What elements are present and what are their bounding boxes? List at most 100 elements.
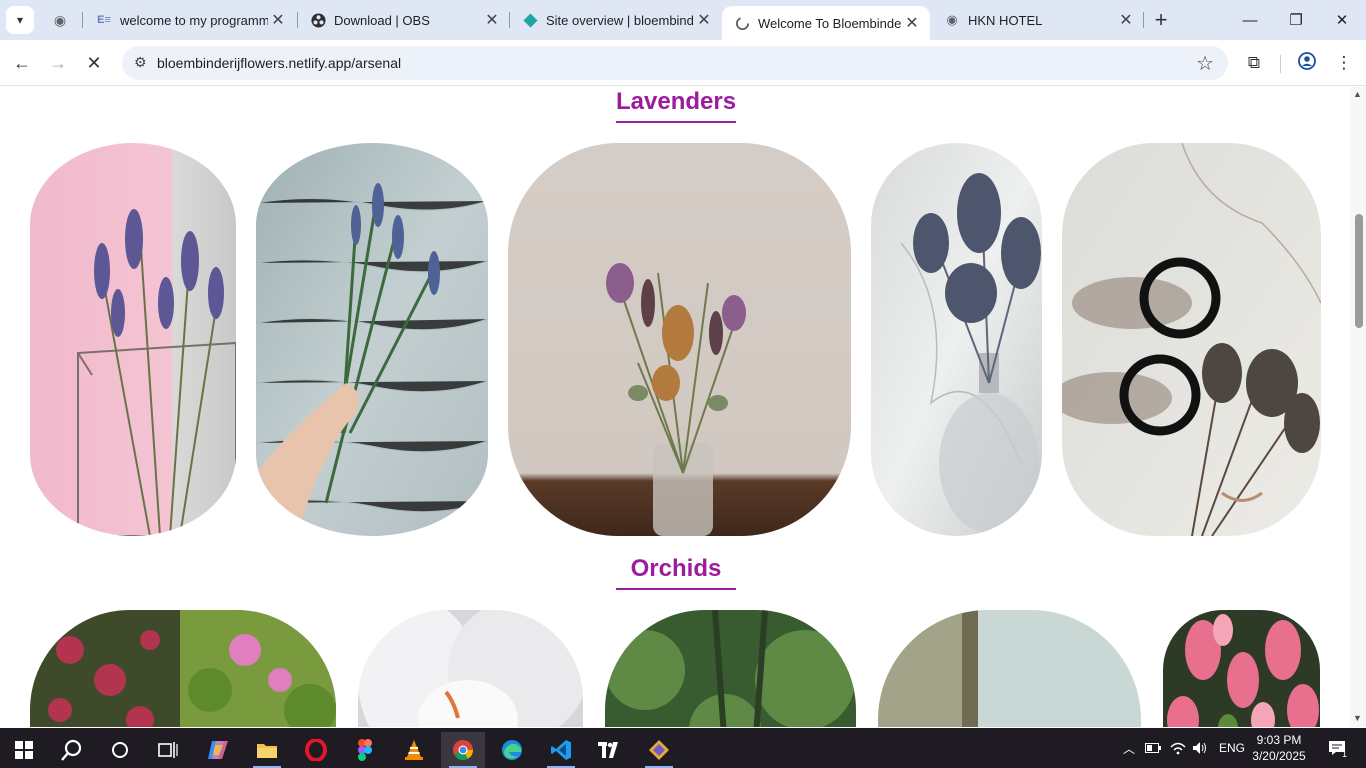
file-explorer-button[interactable] bbox=[245, 732, 289, 768]
clock[interactable]: 9:03 PM 3/20/2025 bbox=[1247, 732, 1311, 764]
forward-button[interactable]: → bbox=[44, 49, 72, 77]
close-tab-icon[interactable]: ✕ bbox=[268, 10, 288, 30]
url-text[interactable]: bloembinderijflowers.netlify.app/arsenal bbox=[157, 55, 401, 71]
tradingview-icon bbox=[598, 742, 618, 758]
copilot-button[interactable] bbox=[196, 732, 240, 768]
arrow-right-icon: → bbox=[49, 52, 67, 73]
notification-count: 1 bbox=[1342, 749, 1348, 759]
search-button[interactable] bbox=[50, 732, 94, 768]
close-tab-icon[interactable]: ✕ bbox=[482, 10, 502, 30]
battery-indicator[interactable] bbox=[1145, 728, 1161, 768]
show-hidden-icons-button[interactable]: ︿ bbox=[1120, 728, 1138, 768]
tab-site-overview[interactable]: Site overview | bloembinde ✕ bbox=[510, 0, 722, 40]
avatar-icon bbox=[1298, 51, 1316, 75]
tab-download-obs[interactable]: Download | OBS ✕ bbox=[298, 0, 510, 40]
restore-button[interactable]: ❐ bbox=[1276, 6, 1316, 34]
tab-welcome-bloembinderij[interactable]: Welcome To Bloembinderij ✕ bbox=[722, 6, 930, 40]
vscode-button[interactable] bbox=[539, 732, 583, 768]
close-window-button[interactable]: ✕ bbox=[1322, 6, 1362, 34]
tab-hkn-hotel[interactable]: ◉ HKN HOTEL ✕ bbox=[932, 0, 1144, 40]
orchid-photo-4[interactable] bbox=[878, 610, 1141, 727]
tab-welcome-programm[interactable]: E≡ welcome to my programm ✕ bbox=[84, 0, 296, 40]
pinned-tab[interactable]: ◉ bbox=[48, 10, 72, 30]
orchid-photo-3[interactable] bbox=[605, 610, 856, 727]
chrome-button[interactable] bbox=[441, 732, 485, 768]
section-underline bbox=[616, 588, 736, 590]
cortana-button[interactable] bbox=[98, 732, 142, 768]
profile-button[interactable] bbox=[1295, 51, 1319, 75]
tab-separator bbox=[1143, 12, 1144, 28]
minimize-icon: — bbox=[1242, 11, 1258, 29]
kebab-menu-icon: ⋮ bbox=[1335, 53, 1353, 72]
vlc-icon bbox=[405, 740, 423, 760]
restore-icon: ❐ bbox=[1289, 12, 1303, 29]
clock-time: 9:03 PM bbox=[1256, 733, 1302, 747]
orchid-photo-1[interactable] bbox=[30, 610, 336, 727]
edge-button[interactable] bbox=[490, 732, 534, 768]
plus-icon: + bbox=[1154, 7, 1168, 32]
cortana-icon bbox=[112, 742, 128, 758]
app-icon bbox=[649, 740, 669, 760]
obs-icon bbox=[310, 12, 326, 28]
new-tab-button[interactable]: + bbox=[1149, 7, 1173, 32]
lavender-photo-2[interactable] bbox=[256, 143, 488, 536]
page-scrollbar[interactable]: ▲ ▼ bbox=[1350, 87, 1366, 727]
arrow-left-icon: ← bbox=[13, 52, 31, 73]
opera-button[interactable] bbox=[294, 732, 338, 768]
chevron-up-icon: ︿ bbox=[1122, 741, 1135, 756]
task-view-button[interactable] bbox=[146, 732, 190, 768]
tab-separator bbox=[82, 12, 83, 28]
scrollbar-thumb[interactable] bbox=[1355, 214, 1363, 328]
speaker-icon bbox=[1193, 742, 1206, 754]
scroll-up-icon[interactable]: ▲ bbox=[1353, 89, 1362, 99]
close-tab-icon[interactable]: ✕ bbox=[902, 13, 922, 33]
network-indicator[interactable] bbox=[1170, 728, 1186, 768]
browser-toolbar: ← → ✕ ⚙ bloembinderijflowers.netlify.app… bbox=[0, 40, 1366, 86]
app-launcher-button[interactable] bbox=[637, 732, 681, 768]
clock-date: 3/20/2025 bbox=[1252, 749, 1306, 763]
close-tab-icon[interactable]: ✕ bbox=[1116, 10, 1136, 30]
scroll-down-icon[interactable]: ▼ bbox=[1353, 713, 1362, 723]
close-icon: ✕ bbox=[1335, 12, 1349, 29]
page-viewport: Lavenders Orchids bbox=[0, 87, 1350, 727]
volume-indicator[interactable] bbox=[1192, 728, 1208, 768]
section-title-orchids: Orchids bbox=[630, 555, 722, 582]
minimize-button[interactable]: — bbox=[1230, 6, 1270, 34]
chrome-icon bbox=[453, 740, 474, 761]
stop-loading-button[interactable]: ✕ bbox=[80, 49, 108, 77]
figma-button[interactable] bbox=[343, 732, 387, 768]
toolbar-divider bbox=[1280, 55, 1281, 73]
orchid-photo-5[interactable] bbox=[1163, 610, 1320, 727]
orchid-photo-2[interactable] bbox=[358, 610, 583, 727]
tradingview-button[interactable] bbox=[588, 732, 632, 768]
globe-icon: ◉ bbox=[946, 12, 958, 27]
address-bar[interactable]: ⚙ bloembinderijflowers.netlify.app/arsen… bbox=[122, 46, 1228, 80]
vlc-button[interactable] bbox=[392, 732, 436, 768]
menu-button[interactable]: ⋮ bbox=[1332, 51, 1356, 75]
battery-icon bbox=[1145, 743, 1161, 753]
start-button[interactable] bbox=[2, 732, 46, 768]
close-tab-icon[interactable]: ✕ bbox=[694, 10, 714, 30]
copilot-icon bbox=[208, 741, 228, 759]
back-button[interactable]: ← bbox=[8, 49, 36, 77]
lavender-photo-3[interactable] bbox=[508, 143, 851, 536]
windows-taskbar: ︿ ENG 9:03 PM 3/20/2025 1 bbox=[0, 728, 1366, 768]
extensions-button[interactable]: ⧉ bbox=[1242, 51, 1266, 75]
tab-search-button[interactable]: ▾ bbox=[6, 6, 34, 34]
section-underline bbox=[616, 121, 736, 123]
page-loading-icon bbox=[734, 15, 750, 31]
folder-icon bbox=[257, 744, 277, 758]
puzzle-icon: ⧉ bbox=[1247, 53, 1261, 72]
lavender-photo-1[interactable] bbox=[30, 143, 236, 536]
lavender-photo-5[interactable] bbox=[1062, 143, 1321, 536]
tab-strip: ▾ ◉ E≡ welcome to my programm ✕ Download… bbox=[0, 0, 1366, 40]
notifications-button[interactable]: 1 bbox=[1322, 728, 1352, 768]
task-view-icon bbox=[158, 742, 178, 758]
site-info-icon[interactable]: ⚙ bbox=[134, 54, 147, 71]
edge-icon bbox=[502, 740, 522, 760]
input-language[interactable]: ENG bbox=[1219, 728, 1245, 768]
elementor-icon: E≡ bbox=[97, 14, 111, 26]
bookmark-star-icon[interactable]: ☆ bbox=[1196, 51, 1214, 76]
opera-icon bbox=[305, 739, 327, 761]
lavender-photo-4[interactable] bbox=[871, 143, 1042, 536]
